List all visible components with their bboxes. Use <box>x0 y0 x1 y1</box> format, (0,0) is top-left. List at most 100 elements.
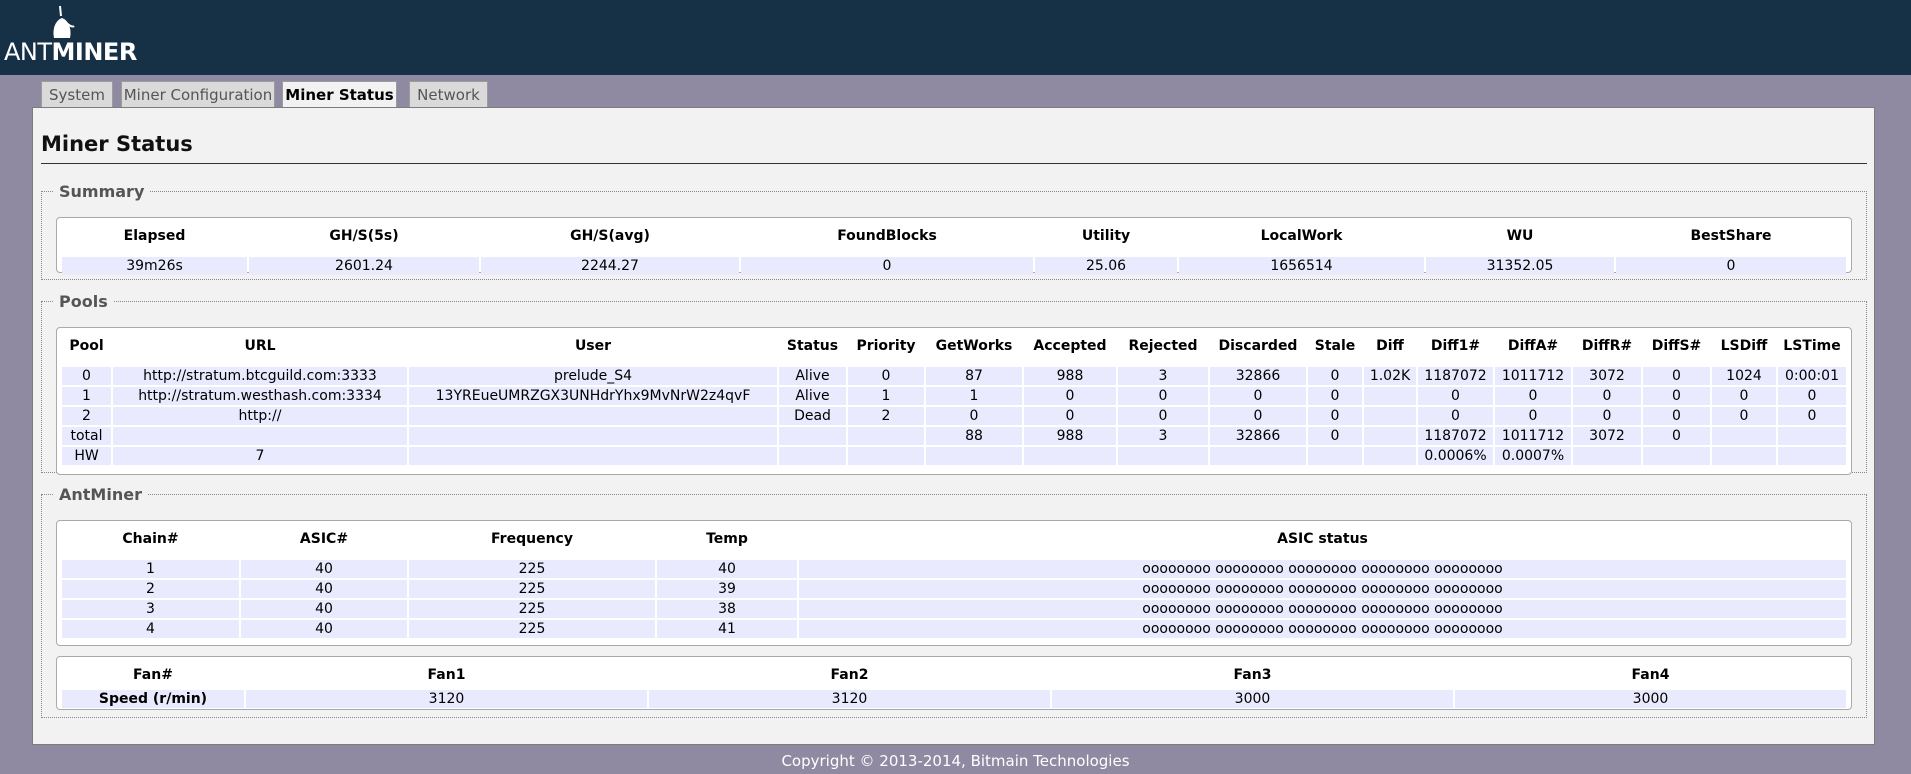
fan-header: Fan4 <box>1631 667 1670 683</box>
pool-cell: 0 <box>1024 407 1116 425</box>
chains-table: Chain# ASIC# Frequency Temp ASIC status 1 40 2… <box>60 524 1848 640</box>
pool-cell <box>1643 447 1710 465</box>
antminer-logo: ANTMINER <box>4 4 137 66</box>
pool-cell <box>1308 447 1362 465</box>
chain-header: Frequency <box>491 531 573 547</box>
pool-cell: 0 <box>1643 387 1710 405</box>
pool-cell: total <box>62 427 111 445</box>
pool-cell: 0 <box>1712 407 1776 425</box>
pool-cell: Dead <box>779 407 846 425</box>
pool-cell: 0 <box>1210 407 1306 425</box>
pool-cell: 988 <box>1024 427 1116 445</box>
summary-section: Summary Elapsed GH/S(5s) GH/S(avg) Found… <box>41 182 1867 280</box>
pool-cell: http:// <box>113 407 407 425</box>
pool-cell: http://stratum.btcguild.com:3333 <box>113 367 407 385</box>
chain-cell: 4 <box>62 620 239 638</box>
pool-cell: 7 <box>113 447 407 465</box>
pool-cell: 0 <box>1210 387 1306 405</box>
pool-cell <box>779 447 846 465</box>
pool-cell: 1 <box>62 387 111 405</box>
fan-speed-cell: 3000 <box>1052 690 1453 708</box>
pool-cell <box>848 427 924 445</box>
pool-cell: 0 <box>1778 407 1846 425</box>
pool-row: 1 http://stratum.westhash.com:3334 13YREue… <box>62 387 1846 405</box>
pool-cell: 0 <box>1308 427 1362 445</box>
pool-cell: 88 <box>926 427 1022 445</box>
chain-cell: 225 <box>409 600 655 618</box>
pool-cell <box>113 427 407 445</box>
tab-miner-configuration[interactable]: Miner Configuration <box>121 81 275 109</box>
chain-cell: 1 <box>62 560 239 578</box>
summary-legend: Summary <box>59 182 145 201</box>
tab-system[interactable]: System <box>41 81 113 109</box>
pools-header: Rejected <box>1128 338 1198 354</box>
pool-cell: 0 <box>1118 407 1208 425</box>
chain-cell: 40 <box>657 560 797 578</box>
pool-cell: 0 <box>1643 407 1710 425</box>
summary-cell: 31352.05 <box>1426 257 1614 275</box>
pool-cell: 0 <box>1495 387 1571 405</box>
summary-header-row: Elapsed GH/S(5s) GH/S(avg) FoundBlocks U… <box>62 223 1846 249</box>
pool-cell: 0 <box>1024 387 1116 405</box>
pool-cell: 2 <box>62 407 111 425</box>
summary-cell: 2244.27 <box>481 257 739 275</box>
top-header-bar: ANTMINER <box>0 0 1911 75</box>
chain-cell: 40 <box>241 600 407 618</box>
pool-cell <box>409 427 777 445</box>
pool-cell: 0 <box>1778 387 1846 405</box>
summary-header: BestShare <box>1690 228 1772 244</box>
tab-network[interactable]: Network <box>409 81 488 109</box>
pool-cell <box>848 447 924 465</box>
chain-cell: 38 <box>657 600 797 618</box>
pool-cell: 0 <box>1418 387 1493 405</box>
pool-cell: 988 <box>1024 367 1116 385</box>
fan-header: Fan2 <box>830 667 869 683</box>
chain-header: Chain# <box>122 531 179 547</box>
chain-cell: 225 <box>409 620 655 638</box>
pools-legend: Pools <box>59 292 108 311</box>
summary-header: WU <box>1506 228 1534 244</box>
pool-cell: 3 <box>1118 427 1208 445</box>
chain-cell: 39 <box>657 580 797 598</box>
pool-cell: 1.02K <box>1364 367 1416 385</box>
fans-speed-row: Speed (r/min) 3120 3120 3000 3000 <box>62 690 1846 708</box>
pool-cell: 0 <box>848 367 924 385</box>
pool-cell: 13YREueUMRZGX3UNHdrYhx9MvNrW2z4qvF <box>409 387 777 405</box>
fan-header: Fan# <box>133 667 173 683</box>
fan-header: Fan1 <box>427 667 466 683</box>
pools-header: DiffA# <box>1507 338 1559 354</box>
pool-row: total 88 988 3 32866 0 1187072 1011712 3072 0 <box>62 427 1846 445</box>
fans-table-box: Fan# Fan1 Fan2 Fan3 Fan4 Speed (r/min) 3120 31… <box>56 656 1852 710</box>
pool-cell <box>1778 427 1846 445</box>
summary-header: Utility <box>1081 228 1131 244</box>
antminer-section: AntMiner Chain# ASIC# Frequency Temp ASIC st… <box>41 485 1867 718</box>
pool-cell: 1187072 <box>1418 367 1493 385</box>
pool-cell: HW <box>62 447 111 465</box>
chain-cell: oooooooo oooooooo oooooooo oooooooo oooo… <box>799 620 1846 638</box>
pool-cell: http://stratum.westhash.com:3334 <box>113 387 407 405</box>
pools-header: URL <box>244 338 276 354</box>
chain-cell: oooooooo oooooooo oooooooo oooooooo oooo… <box>799 600 1846 618</box>
pools-header: Discarded <box>1218 338 1298 354</box>
antminer-legend: AntMiner <box>59 485 142 504</box>
pool-cell: prelude_S4 <box>409 367 777 385</box>
pool-cell: 0 <box>926 407 1022 425</box>
pools-header: Pool <box>69 338 104 354</box>
pools-table-box: Pool URL User Status Priority GetWorks Accepte… <box>56 327 1852 475</box>
pool-cell <box>1712 447 1776 465</box>
pool-cell <box>1024 447 1116 465</box>
chain-row: 3 40 225 38 oooooooo oooooooo oooooooo ooooo… <box>62 600 1846 618</box>
summary-header: LocalWork <box>1260 228 1343 244</box>
pool-cell: 0 <box>1308 407 1362 425</box>
pool-cell <box>1364 407 1416 425</box>
chain-row: 4 40 225 41 oooooooo oooooooo oooooooo ooooo… <box>62 620 1846 638</box>
fans-header-row: Fan# Fan1 Fan2 Fan3 Fan4 <box>62 662 1846 688</box>
pools-header: Stale <box>1314 338 1356 354</box>
chain-cell: oooooooo oooooooo oooooooo oooooooo oooo… <box>799 560 1846 578</box>
pool-cell <box>409 447 777 465</box>
pool-cell: 0 <box>1118 387 1208 405</box>
fan-header: Fan3 <box>1233 667 1272 683</box>
pools-section: Pools Pool URL User Status Priority GetWorks A… <box>41 292 1867 475</box>
pool-cell: 0 <box>1308 367 1362 385</box>
chain-cell: 40 <box>241 580 407 598</box>
